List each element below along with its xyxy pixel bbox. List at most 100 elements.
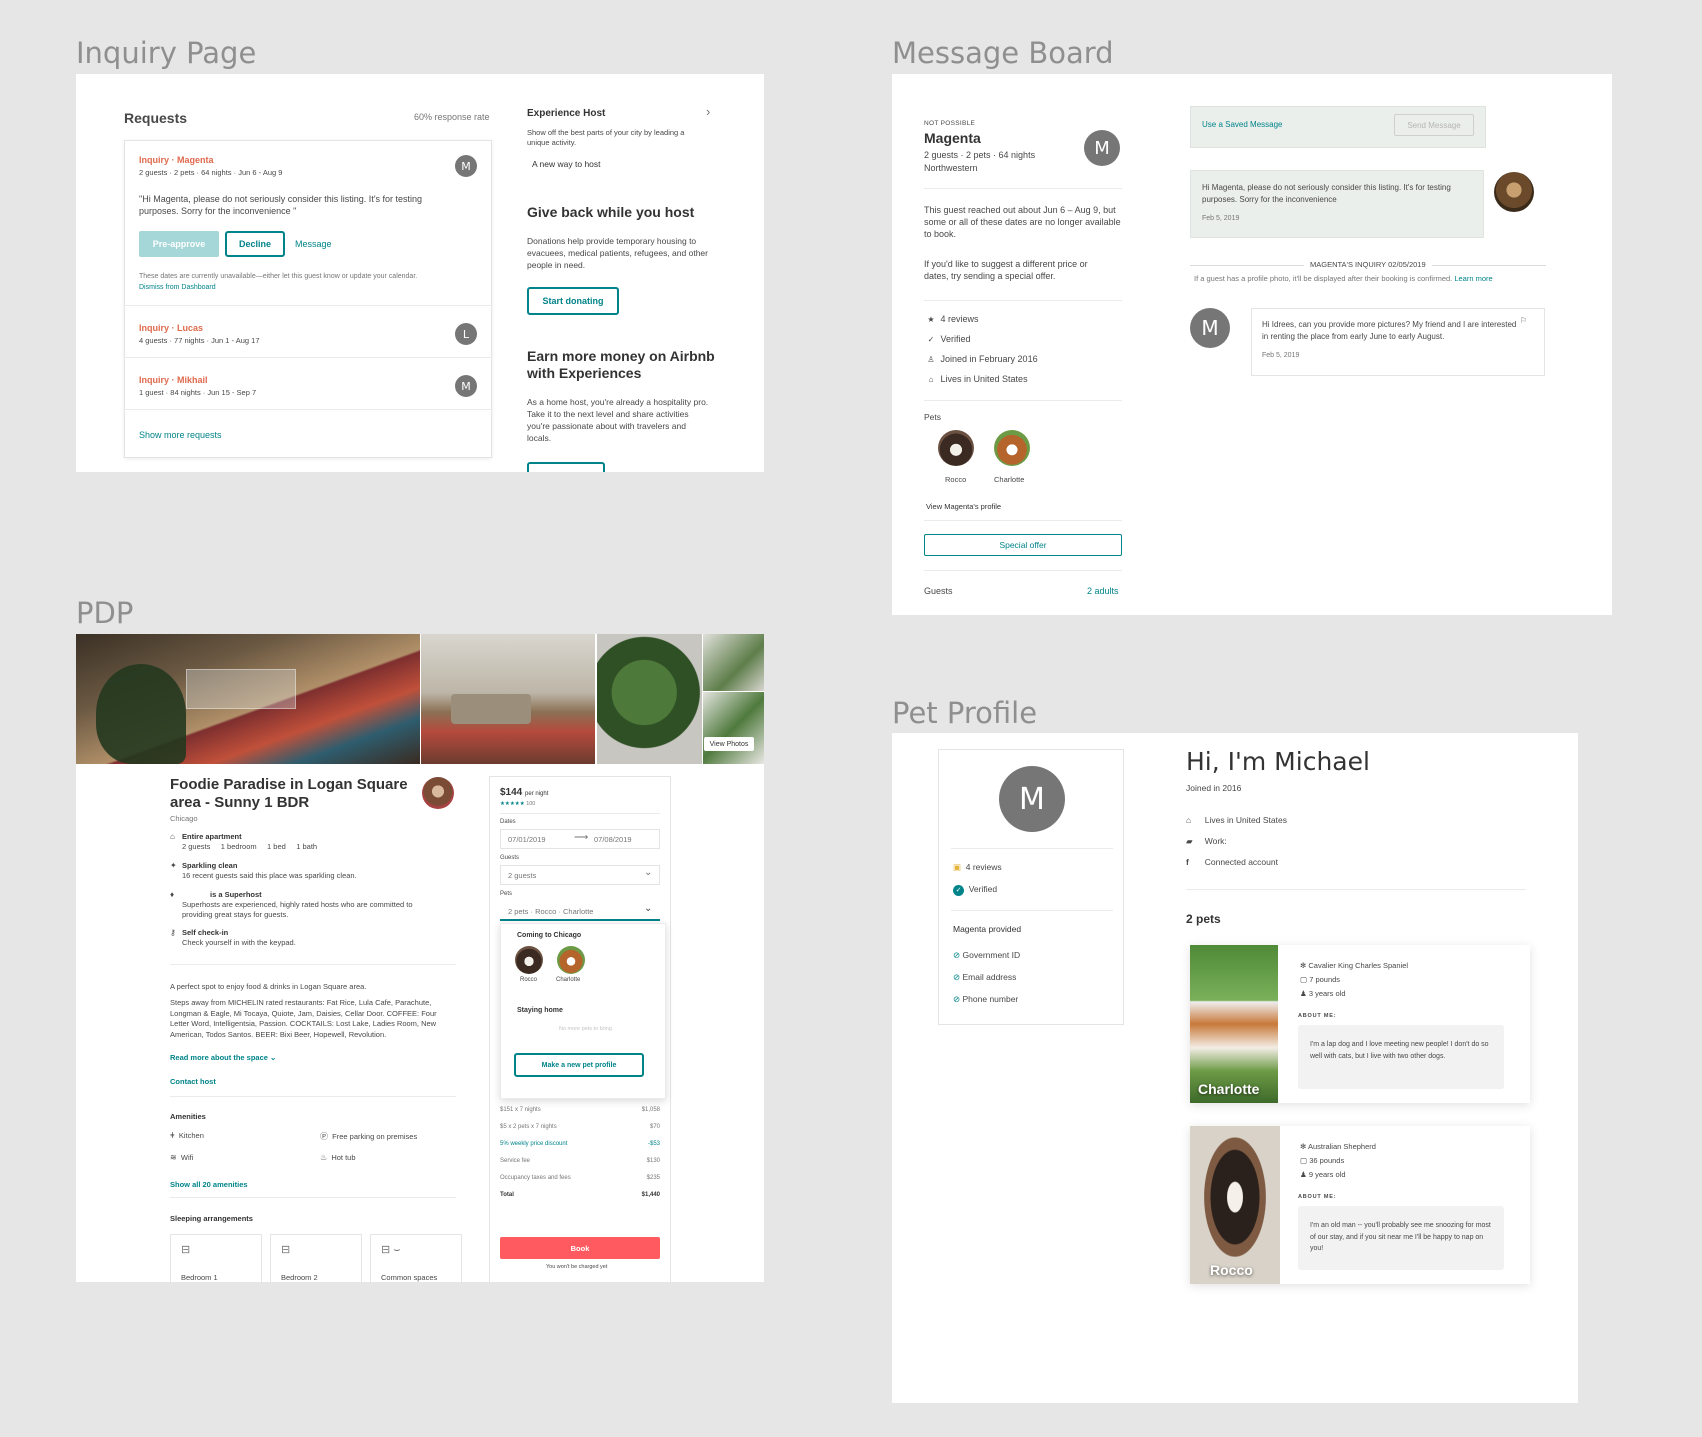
listing-photo-4[interactable] (703, 634, 764, 691)
age-text: 3 years old (1308, 989, 1346, 998)
inquiry-name[interactable]: Inquiry · Mikhail (139, 375, 208, 385)
check-circle-icon: ⊘ (953, 994, 961, 1004)
learn-more-link[interactable]: Learn more (1454, 274, 1492, 283)
parking-icon: Ⓟ (320, 1132, 328, 1141)
verified-icon: ✓ (927, 335, 935, 344)
pet-avatar-charlotte[interactable] (994, 430, 1030, 466)
listing-city: Chicago (170, 814, 198, 823)
dates-label: Dates (500, 819, 516, 825)
chevron-right-icon[interactable]: › (706, 104, 710, 119)
host-avatar[interactable] (422, 777, 454, 809)
pet-avatar-rocco[interactable] (515, 946, 543, 974)
experiences-button[interactable] (527, 462, 605, 472)
home-icon: ⌂ (1186, 815, 1192, 825)
amenities-title: Amenities (170, 1112, 206, 1121)
pet-name: Rocco (520, 977, 538, 983)
bed-icon: ⊟ (181, 1244, 191, 1256)
message-link[interactable]: Message (295, 239, 332, 249)
info-text: Connected account (1204, 857, 1278, 867)
start-donating-button[interactable]: Start donating (527, 287, 619, 315)
requests-title: Requests (124, 110, 188, 126)
room-name: Bedroom 1 (181, 1273, 218, 1282)
listing-photo-3[interactable] (597, 634, 702, 764)
new-way-to-host-link[interactable]: A new way to host (532, 159, 601, 169)
frame-title-pdp: PDP (76, 596, 134, 630)
reviews-text: 4 reviews (965, 862, 1002, 872)
book-button[interactable]: Book (500, 1237, 660, 1259)
listing-photo-main[interactable] (76, 634, 420, 764)
inquiry-meta: 4 guests · 77 nights · Jun 1 - Aug 17 (139, 336, 260, 345)
weight-row: ▢ 7 pounds (1300, 975, 1340, 984)
no-pets-text: No more pets to bring (559, 1026, 612, 1032)
frame-title-pet: Pet Profile (892, 696, 1038, 730)
about-label: ABOUT ME: (1298, 1194, 1337, 1200)
checkin-date[interactable]: 07/01/2019 (508, 835, 546, 844)
person-icon: ♙ (927, 355, 935, 364)
flag-icon[interactable]: ⚐ (1520, 316, 1527, 325)
saved-message-link[interactable]: Use a Saved Message (1202, 120, 1283, 129)
avatar: M (455, 375, 477, 397)
show-more-requests-link[interactable]: Show more requests (139, 430, 222, 440)
breed-text: Australian Shepherd (1307, 1142, 1376, 1151)
contact-host-link[interactable]: Contact host (170, 1077, 216, 1086)
host-message-date: Feb 5, 2019 (1202, 215, 1240, 222)
experience-host-title: Experience Host (527, 108, 606, 119)
age-text: 9 years old (1308, 1170, 1346, 1179)
show-amenities-link[interactable]: Show all 20 amenities (170, 1180, 248, 1189)
line-label: $151 x 7 nights (500, 1107, 541, 1113)
avatar: M (1084, 130, 1120, 166)
avatar: L (455, 323, 477, 345)
pet-name: Rocco (945, 475, 967, 484)
new-pet-profile-button[interactable]: Make a new pet profile (514, 1053, 644, 1077)
inquiry-name[interactable]: Inquiry · Magenta (139, 155, 214, 165)
pdp-panel: View Photos Foodie Paradise in Logan Squ… (76, 634, 764, 1282)
briefcase-icon: ▰ (1186, 836, 1193, 846)
frame-title-message: Message Board (892, 36, 1114, 70)
pet-avatar-charlotte[interactable] (557, 946, 585, 974)
chevron-down-icon: ⌄ (270, 1053, 277, 1062)
inquiry-name[interactable]: Inquiry · Lucas (139, 323, 203, 333)
amenity-hottub: ♨ Hot tub (320, 1153, 356, 1162)
pet-avatar-rocco[interactable] (938, 430, 974, 466)
room-card: ⊟ Bedroom 2 (270, 1234, 362, 1282)
listing-photo-2[interactable] (421, 634, 595, 764)
avatar: M (455, 155, 477, 177)
highlight-desc: Check yourself in with the keypad. (182, 938, 296, 947)
pets-label: Pets (500, 891, 513, 897)
charged-note: You won't be charged yet (546, 1264, 608, 1270)
highlight-item: ⚷ Self check-in Check yourself in with t… (170, 928, 430, 957)
amenity-text: Kitchen (178, 1131, 204, 1140)
give-back-desc: Donations help provide temporary housing… (527, 236, 708, 270)
guests-value[interactable]: 2 adults (1087, 586, 1119, 596)
check-circle-icon: ⊘ (953, 972, 961, 982)
pet-card[interactable]: Rocco ✻ Australian Shepherd ▢ 36 pounds … (1190, 1126, 1530, 1284)
listing-photo-5[interactable] (703, 692, 764, 764)
guests-label: Guests (500, 855, 520, 861)
info-row: ▰ Work: (1186, 836, 1227, 847)
inquiry-meta: 1 guest · 84 nights · Jun 15 - Sep 7 (139, 388, 257, 397)
per-night: per night (525, 791, 549, 797)
view-photos-button[interactable]: View Photos (704, 737, 754, 751)
provided-text: Email address (962, 972, 1017, 982)
review-count: 100 (526, 801, 536, 807)
frame-title-inquiry: Inquiry Page (76, 36, 257, 70)
decline-button[interactable]: Decline (225, 231, 285, 257)
booking-widget: $144 per night ★★★★★ 100 Dates 07/01/201… (489, 776, 671, 1282)
suggest-text: If you'd like to suggest a different pri… (924, 259, 1088, 281)
dismiss-link[interactable]: Dismiss from Dashboard (139, 284, 216, 291)
room-name: Bedroom 2 (281, 1273, 318, 1282)
total-label: Total (500, 1192, 514, 1198)
preapprove-button[interactable]: Pre-approve (139, 231, 219, 257)
line-label[interactable]: 5% weekly price discount (500, 1141, 567, 1147)
send-message-button[interactable]: Send Message (1394, 114, 1474, 136)
stat-row: ♙ Joined in February 2016 (924, 354, 1037, 374)
pet-card[interactable]: Charlotte ✻ Cavalier King Charles Spanie… (1190, 945, 1530, 1103)
special-offer-button[interactable]: Special offer (924, 534, 1122, 556)
read-more-link[interactable]: Read more about the space ⌄ (170, 1053, 276, 1062)
star-icon: ★★★★★ (500, 801, 525, 807)
amenity-text: Free parking on premises (332, 1132, 418, 1141)
checkout-date[interactable]: 07/08/2019 (594, 835, 632, 844)
verified-row: ✓ Verified (953, 884, 997, 896)
avatar: M (999, 766, 1065, 832)
view-profile-link[interactable]: View Magenta's profile (926, 502, 1001, 511)
